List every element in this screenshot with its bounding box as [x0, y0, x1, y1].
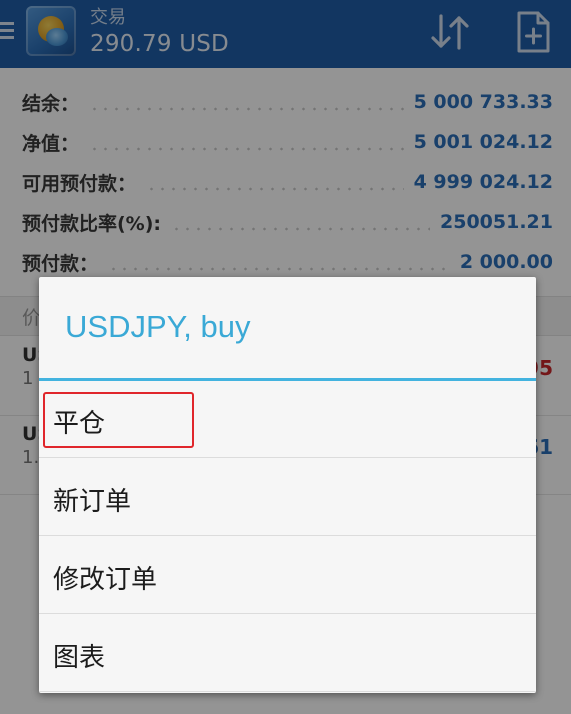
menu-item-label: 修改订单	[53, 565, 158, 595]
menu-item-new-order[interactable]: 新订单	[39, 459, 536, 536]
menu-item-modify-order[interactable]: 修改订单	[39, 537, 536, 614]
menu-item-label: 图表	[53, 643, 106, 673]
menu-item-chart[interactable]: 图表	[39, 615, 536, 692]
highlight-annotation-box	[43, 392, 194, 448]
menu-item-label: 新订单	[53, 487, 132, 517]
dialog-title: USDJPY, buy	[65, 309, 251, 344]
order-context-dialog: USDJPY, buy 平仓 新订单 修改订单 图表	[39, 277, 536, 693]
